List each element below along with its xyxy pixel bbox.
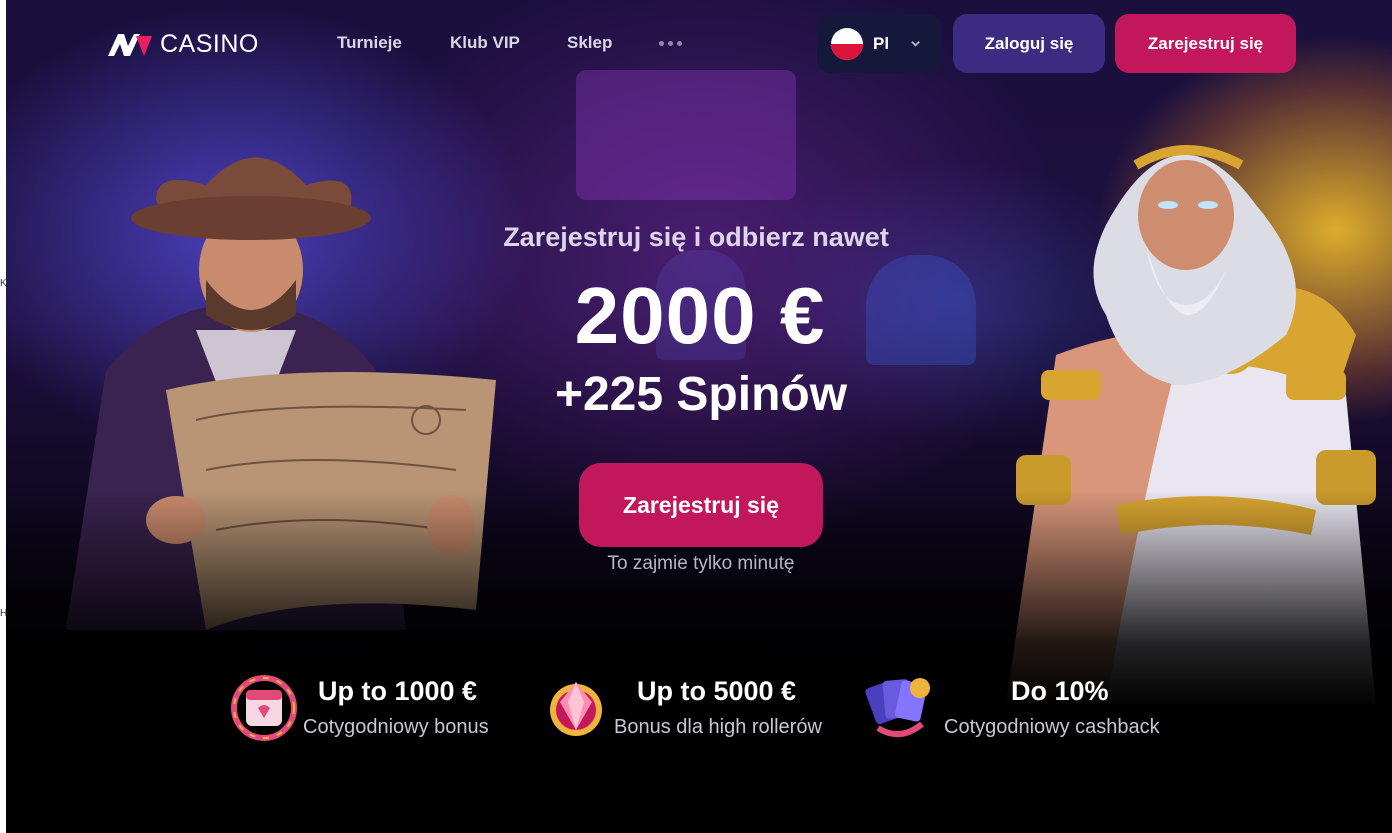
language-selector[interactable]: Pl — [817, 14, 942, 73]
hero-register-button[interactable]: Zarejestruj się — [579, 463, 823, 547]
gem-highroller-icon — [550, 682, 602, 736]
feature-title: Do 10% — [1011, 676, 1109, 706]
calendar-bonus-icon — [231, 675, 297, 741]
site-header: CASINO Turnieje Klub VIP Sklep Pl Zalogu… — [0, 0, 1392, 90]
logo-text: CASINO — [160, 30, 259, 58]
more-dots-icon[interactable] — [659, 41, 682, 46]
feature-description: Cotygodniowy cashback — [944, 716, 1160, 738]
poland-flag-icon — [831, 27, 863, 60]
register-button[interactable]: Zarejestruj się — [1115, 14, 1296, 73]
feature-description: Cotygodniowy bonus — [303, 716, 489, 738]
nav-tournaments[interactable]: Turnieje — [337, 33, 402, 53]
cards-cashback-icon — [865, 678, 930, 737]
feature-title: Up to 1000 € — [318, 676, 478, 706]
logo-mark-icon — [108, 33, 152, 56]
casino-logo[interactable]: CASINO — [106, 30, 259, 59]
feature-title: Up to 5000 € — [637, 676, 797, 706]
chevron-down-icon — [911, 41, 920, 47]
nav-vip-club[interactable]: Klub VIP — [450, 33, 520, 53]
login-button[interactable]: Zaloguj się — [953, 14, 1105, 73]
free-spins: +225 Spinów — [554, 368, 848, 421]
language-code: Pl — [873, 33, 890, 53]
cta-note: To zajmie tylko minutę — [607, 553, 795, 574]
nav-shop[interactable]: Sklep — [567, 33, 612, 53]
feature-description: Bonus dla high rollerów — [614, 716, 822, 738]
hero-subtitle: Zarejestruj się i odbierz nawet — [503, 222, 889, 252]
bonus-amount: 2000 € — [574, 271, 826, 360]
